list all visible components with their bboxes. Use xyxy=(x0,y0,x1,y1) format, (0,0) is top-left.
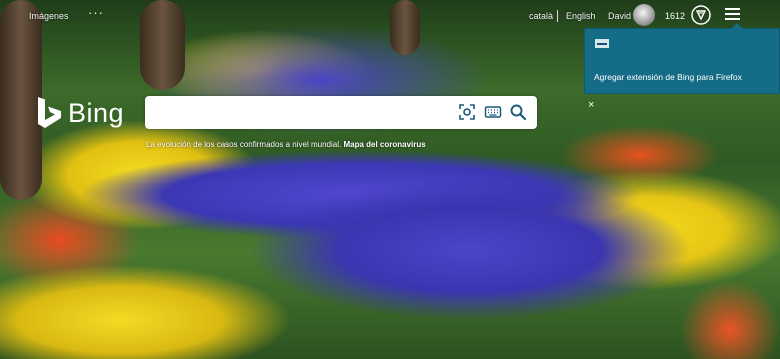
trending-text: La evolución de los casos confirmados a … xyxy=(146,140,342,149)
bing-logo-icon xyxy=(38,97,61,128)
hamburger-menu-icon[interactable] xyxy=(725,8,740,21)
trending-news: La evolución de los casos confirmados a … xyxy=(146,140,426,149)
user-name[interactable]: David xyxy=(608,11,631,21)
language-divider xyxy=(557,10,558,22)
search-box[interactable] xyxy=(145,96,537,129)
bing-logo-text: Bing xyxy=(68,98,125,128)
language-english-link[interactable]: English xyxy=(566,11,596,21)
rewards-icon[interactable] xyxy=(690,4,712,26)
extension-popup[interactable]: Agregar extensión de Bing para Firefox xyxy=(584,23,780,94)
extension-icon xyxy=(595,39,609,48)
search-input[interactable] xyxy=(153,102,447,124)
rewards-points[interactable]: 1612 xyxy=(665,11,685,21)
popup-pointer xyxy=(731,23,743,29)
language-catalan-link[interactable]: català xyxy=(529,11,553,21)
coronavirus-map-link[interactable]: Mapa del coronavirus xyxy=(343,140,425,149)
visual-search-icon[interactable] xyxy=(458,103,476,121)
extension-popup-text[interactable]: Agregar extensión de Bing para Firefox xyxy=(594,72,742,82)
search-icon[interactable] xyxy=(509,103,527,121)
more-options-button[interactable]: ··· xyxy=(88,5,104,20)
close-icon[interactable]: × xyxy=(588,99,594,111)
keyboard-icon[interactable] xyxy=(484,103,502,121)
images-link[interactable]: Imágenes xyxy=(29,11,69,21)
avatar[interactable] xyxy=(633,4,655,26)
